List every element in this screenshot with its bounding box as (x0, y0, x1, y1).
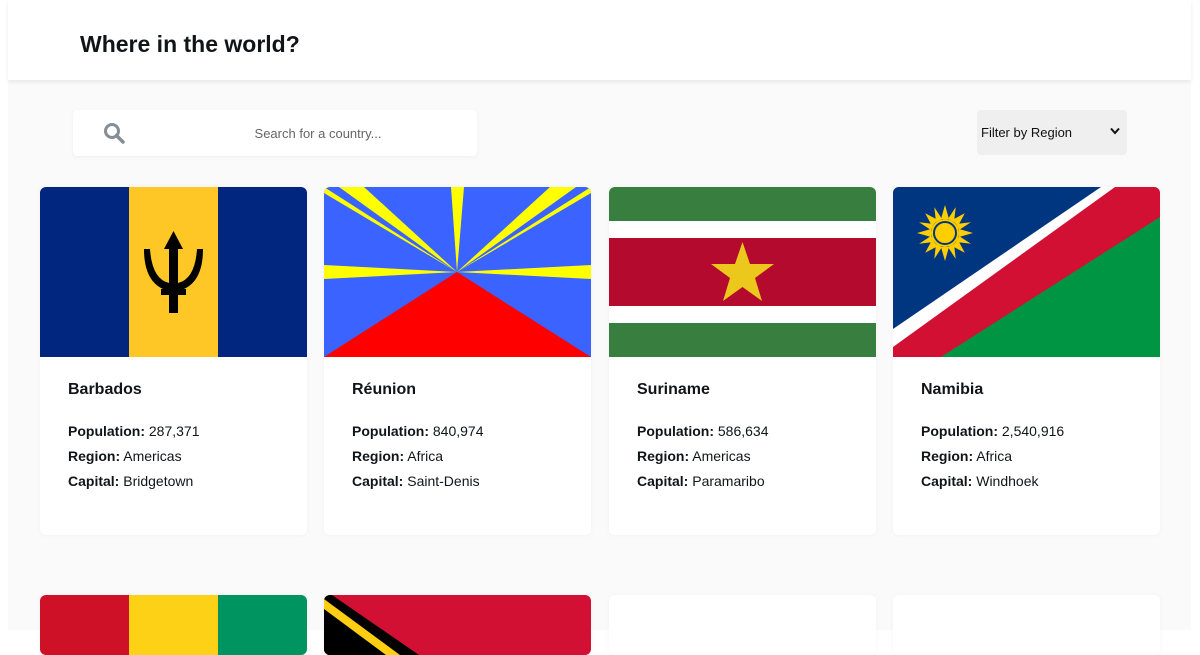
reunion-flag-image (324, 187, 591, 357)
country-name: Réunion (352, 381, 416, 398)
country-capital: Capital: Bridgetown (68, 473, 194, 489)
country-region: Region: Africa (352, 448, 444, 464)
country-region: Region: Africa (921, 448, 1013, 464)
page-title: Where in the world? (80, 31, 300, 57)
country-card-vanuatu[interactable] (324, 595, 591, 655)
country-name: Barbados (68, 381, 142, 398)
country-population: Population: 586,634 (637, 423, 769, 439)
country-card-placeholder[interactable] (893, 595, 1160, 655)
top-header: Where in the world? (8, 0, 1191, 80)
country-card-guinea[interactable] (40, 595, 307, 655)
chevron-down-icon (1110, 127, 1120, 135)
guinea-flag-image (40, 595, 307, 655)
country-name: Suriname (637, 381, 710, 398)
barbados-flag-image (40, 187, 307, 357)
country-region: Region: Americas (637, 448, 751, 464)
search-input[interactable] (178, 118, 458, 148)
suriname-flag-image (609, 187, 876, 357)
vanuatu-flag-image (324, 595, 591, 655)
country-population: Population: 2,540,916 (921, 423, 1065, 439)
namibia-flag-image (893, 187, 1160, 357)
country-region: Region: Americas (68, 448, 182, 464)
main-content: Filter by Region Barbados Population: 28… (8, 80, 1191, 655)
search-icon (104, 123, 125, 144)
country-population: Population: 287,371 (68, 423, 200, 439)
country-card-reunion[interactable]: Réunion Population: 840,974 Region: Afri… (324, 187, 591, 535)
region-filter-label: Filter by Region (981, 125, 1073, 140)
country-population: Population: 840,974 (352, 423, 484, 439)
country-card-barbados[interactable]: Barbados Population: 287,371 Region: Ame… (40, 187, 307, 535)
country-card-suriname[interactable]: Suriname Population: 586,634 Region: Ame… (609, 187, 876, 535)
country-card-placeholder[interactable] (609, 595, 876, 655)
region-filter-select[interactable]: Filter by Region (977, 110, 1127, 155)
country-name: Namibia (921, 381, 984, 398)
country-capital: Capital: Paramaribo (637, 473, 765, 489)
country-capital: Capital: Windhoek (921, 473, 1039, 489)
search-box[interactable] (73, 110, 477, 156)
country-card-namibia[interactable]: Namibia Population: 2,540,916 Region: Af… (893, 187, 1160, 535)
country-capital: Capital: Saint-Denis (352, 473, 480, 489)
